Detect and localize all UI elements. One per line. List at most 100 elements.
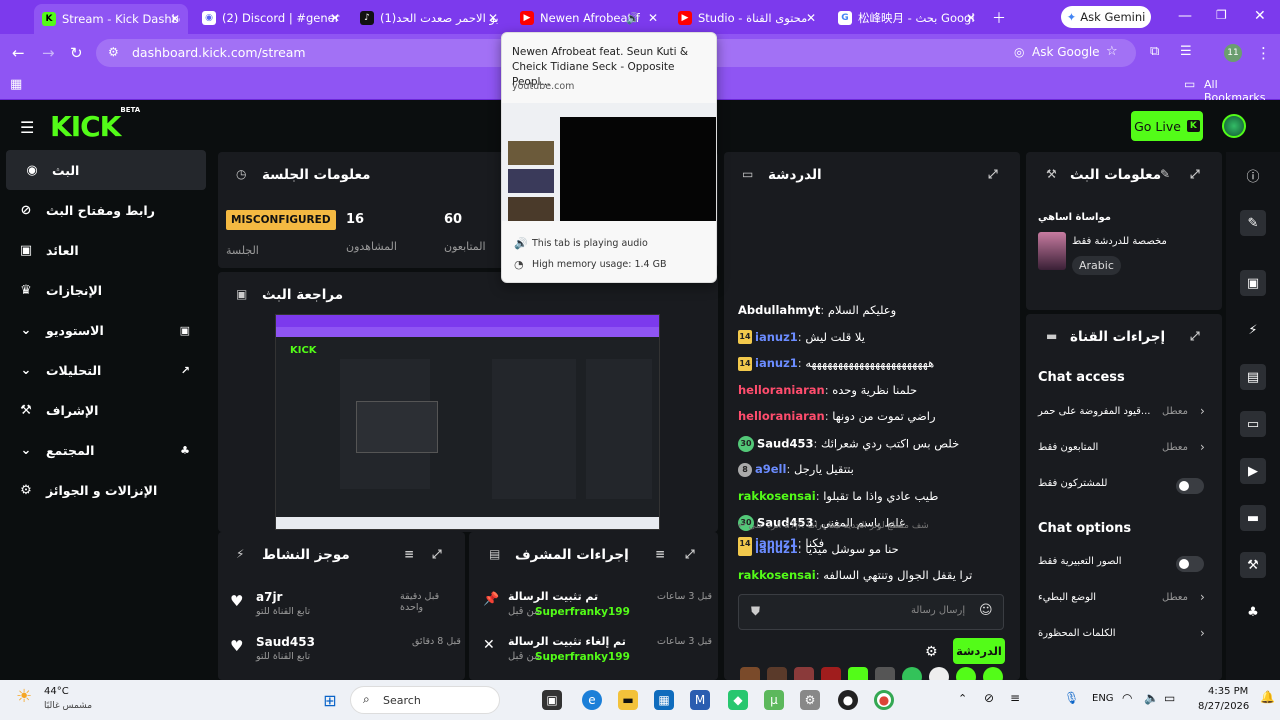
close-icon[interactable]: ✕ [966, 11, 976, 25]
sidebar-item-revenue[interactable]: ▣ العائد [0, 230, 210, 270]
chat-username[interactable]: rakkosensai [738, 489, 816, 503]
edit-icon[interactable]: ✎ [1240, 210, 1266, 236]
tab-youtube-studio[interactable]: ▶ Studio - محتوى القناة ✕ [670, 5, 824, 31]
tab-youtube-music[interactable]: ▶ Newen Afrobeat f 🔊 ✕ [512, 5, 666, 31]
apps-grid-icon[interactable]: ▦ [10, 77, 22, 92]
expand-icon[interactable]: ⤢ [432, 547, 442, 562]
notifications-icon[interactable]: 🔔 [1260, 690, 1275, 704]
sidebar-item-drops[interactable]: ⚙ الإنزالات و الجوائز [0, 470, 210, 510]
close-icon[interactable]: ✕ [648, 11, 658, 25]
chevron-up-icon[interactable]: ⌃ [958, 692, 967, 705]
new-tab-button[interactable]: ＋ [992, 8, 1006, 28]
expand-icon[interactable]: ⤢ [685, 547, 695, 562]
minimize-button[interactable]: — [1178, 8, 1192, 24]
app-icon[interactable]: ● [838, 690, 858, 710]
go-live-button[interactable]: Go Live K [1131, 111, 1203, 141]
tag-chip[interactable]: Arabic [1072, 256, 1121, 275]
emote-only-toggle[interactable] [1176, 556, 1204, 572]
clock[interactable]: 4:35 PM [1208, 686, 1248, 697]
play-icon[interactable]: ▶ [1240, 458, 1266, 484]
avatar[interactable] [1222, 114, 1246, 138]
reading-list-icon[interactable]: ☰ [1180, 44, 1192, 59]
sidebar-item-moderation[interactable]: ⚒ الإشراف [0, 390, 210, 430]
hamburger-icon[interactable]: ☰ [20, 118, 34, 137]
edge-icon[interactable]: e [582, 690, 602, 710]
close-icon[interactable]: ✕ [806, 11, 816, 25]
tab-tiktok[interactable]: ♪ (1)ابو الاحمر صعدت الحد ✕ [352, 5, 506, 31]
battery-icon[interactable]: ▭ [1164, 691, 1175, 705]
profile-avatar[interactable]: 11 [1224, 44, 1242, 62]
app-tray-icon[interactable]: ≡ [1010, 691, 1020, 705]
lightning-icon[interactable]: ⚡ [1240, 317, 1266, 343]
chat-username[interactable]: Abdullahmyt [738, 303, 820, 317]
store-icon[interactable]: ▦ [654, 690, 674, 710]
stream-preview-video[interactable]: KICK [275, 314, 660, 530]
speaker-icon[interactable]: 🔊 [626, 12, 640, 25]
site-info-icon[interactable]: ⚙ [108, 45, 119, 59]
restore-button[interactable]: ❐ [1216, 8, 1227, 22]
chat-input[interactable]: ⛊ إرسال رسالة ☺ [738, 594, 1004, 630]
microphone-icon[interactable]: 🎙 [1064, 691, 1079, 705]
sidebar-item-achievements[interactable]: ♛ الإنجازات [0, 270, 210, 310]
sidebar-item-stream[interactable]: ◉ البث [6, 150, 206, 190]
tab-google[interactable]: G 松峰映月 - بحث Googl ✕ [830, 5, 984, 31]
shield-icon[interactable]: ⛊ [751, 604, 760, 619]
forward-icon[interactable]: → [42, 44, 55, 62]
setting-row[interactable]: المتابعون فقط معطل › [1026, 436, 1222, 466]
chat-username[interactable]: Saud453 [757, 436, 813, 450]
settings-icon[interactable]: ⚙ [800, 690, 820, 710]
chat-username[interactable]: a9ell [755, 462, 786, 476]
chat-icon[interactable]: ▭ [1240, 411, 1266, 437]
network-icon[interactable]: ⊘ [984, 691, 994, 705]
filter-icon[interactable]: ≡ [404, 547, 414, 561]
extensions-icon[interactable]: ⧉ [1150, 44, 1159, 59]
menu-icon[interactable]: ⋮ [1256, 44, 1271, 62]
kick-logo[interactable]: KICKBETA [50, 106, 140, 143]
filter-icon[interactable]: ≡ [655, 547, 665, 561]
file-explorer-icon[interactable]: ▬ [618, 690, 638, 710]
close-icon[interactable]: ✕ [488, 11, 498, 25]
sidebar-item-analytics[interactable]: ⌄ التحليلات ↗ [0, 350, 210, 390]
expand-icon[interactable]: ⤢ [1190, 329, 1200, 344]
edit-icon[interactable]: ✎ [1160, 167, 1170, 181]
emoji-icon[interactable]: ☺ [979, 603, 993, 618]
wrench-icon[interactable]: ⚒ [1240, 552, 1266, 578]
close-icon[interactable]: ✕ [170, 12, 180, 26]
tab-discord[interactable]: ◉ (2) Discord | #general ✕ [194, 5, 348, 31]
chrome-icon[interactable]: ● [874, 690, 894, 710]
ask-gemini-button[interactable]: ✦ Ask Gemini [1061, 6, 1151, 28]
sidebar-item-studio[interactable]: ⌄ الاستوديو ▣ [0, 310, 210, 350]
windows-start-icon[interactable]: ⊞ [320, 690, 340, 710]
wifi-icon[interactable]: ◠ [1122, 691, 1132, 705]
close-window-button[interactable]: ✕ [1254, 8, 1266, 24]
chat-username[interactable]: ianuz1 [755, 330, 798, 344]
task-view-icon[interactable]: ▣ [542, 690, 562, 710]
ask-google-button[interactable]: Ask Google [1032, 45, 1100, 59]
volume-icon[interactable]: 🔈 [1144, 691, 1159, 705]
setting-row[interactable]: الكلمات المحظورة › [1026, 622, 1222, 652]
chat-username[interactable]: helloraniaran [738, 383, 825, 397]
chat-username[interactable]: ianuz1 [755, 356, 798, 370]
list-icon[interactable]: ▤ [1240, 364, 1266, 390]
chat-username[interactable]: helloraniaran [738, 409, 825, 423]
app-icon[interactable]: μ [764, 690, 784, 710]
reload-icon[interactable]: ↻ [70, 44, 83, 62]
star-icon[interactable]: ☆ [1106, 44, 1118, 59]
preview-icon[interactable]: ▣ [1240, 270, 1266, 296]
taskbar-search[interactable]: ⌕ Search [350, 686, 500, 714]
sidebar-item-stream-key[interactable]: ⊘ رابط ومفتاح البث [0, 190, 210, 230]
expand-icon[interactable]: ⤢ [1190, 167, 1200, 182]
send-chat-button[interactable]: الدردشة [953, 638, 1005, 664]
setting-row[interactable]: الوضع البطيء معطل › [1026, 586, 1222, 616]
app-icon[interactable]: M [690, 690, 710, 710]
expand-icon[interactable]: ⤢ [988, 167, 998, 182]
info-icon[interactable]: ⓘ [1240, 162, 1266, 188]
tab-kick[interactable]: K Stream - Kick Dashbo ✕ [34, 4, 188, 34]
setting-row[interactable]: قيود المفروضة على حمر... معطل › [1026, 400, 1222, 430]
close-icon[interactable]: ✕ [330, 11, 340, 25]
channel-icon[interactable]: ▬ [1240, 505, 1266, 531]
community-icon[interactable]: ♣ [1240, 599, 1266, 625]
settings-icon[interactable]: ⚙ [925, 644, 938, 660]
subscribers-only-toggle[interactable] [1176, 478, 1204, 494]
sidebar-item-community[interactable]: ⌄ المجتمع ♣ [0, 430, 210, 470]
